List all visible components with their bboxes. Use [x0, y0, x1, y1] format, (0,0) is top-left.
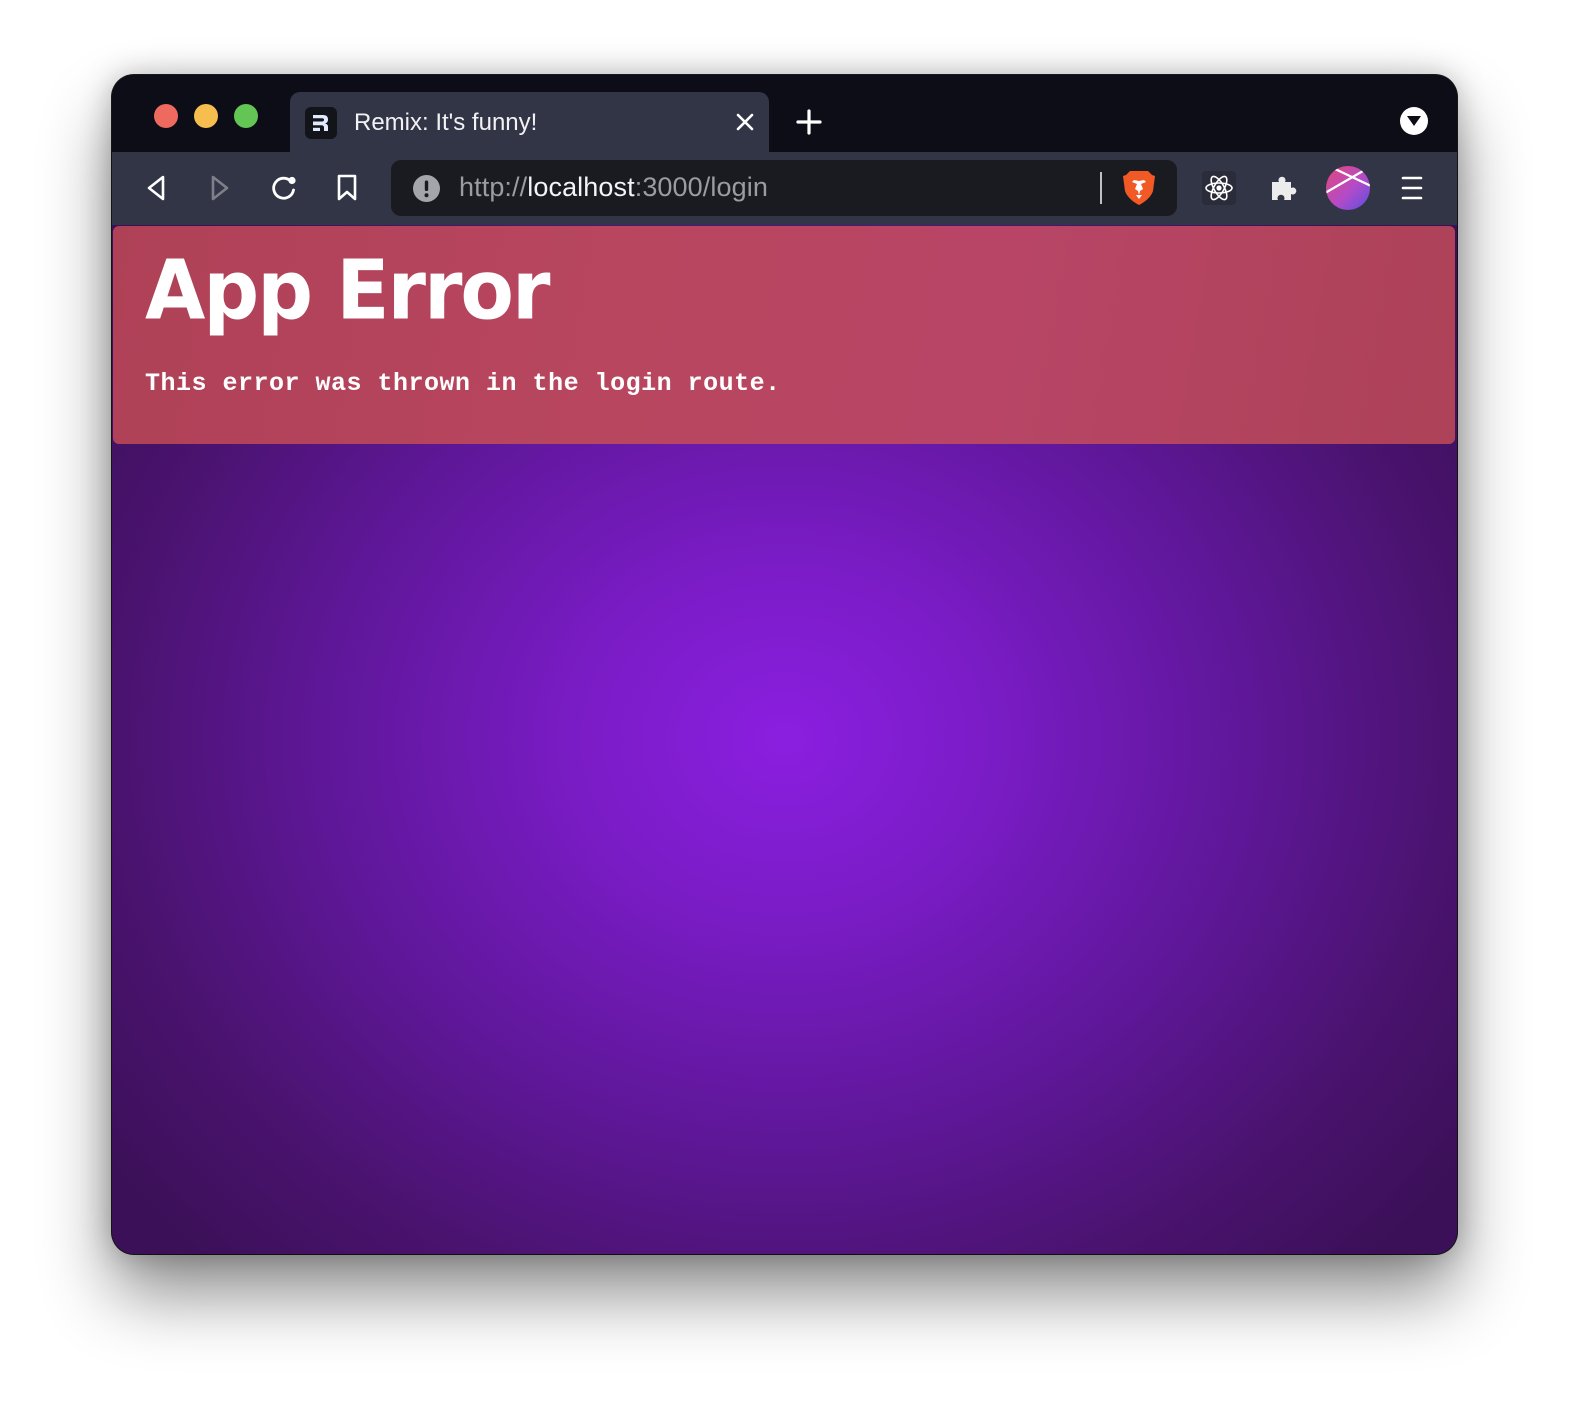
profile-avatar-button[interactable]	[1325, 165, 1371, 211]
bookmark-icon	[337, 174, 357, 201]
puzzle-piece-icon	[1272, 176, 1297, 200]
extensions-button[interactable]	[1266, 170, 1302, 206]
address-bar-divider	[1100, 172, 1102, 204]
reload-icon	[272, 176, 296, 200]
plus-icon	[796, 109, 822, 135]
minimize-window-button[interactable]	[194, 104, 218, 128]
back-button[interactable]	[138, 170, 174, 206]
reload-button[interactable]	[266, 170, 302, 206]
error-boundary-panel: App Error This error was thrown in the l…	[113, 226, 1455, 444]
address-bar[interactable]: http://localhost:3000/login	[391, 160, 1177, 216]
zoom-window-button[interactable]	[234, 104, 258, 128]
chevron-down-icon	[1407, 116, 1421, 126]
react-devtools-extension-button[interactable]	[1202, 171, 1236, 205]
error-message: This error was thrown in the login route…	[145, 369, 781, 398]
page-content: App Error This error was thrown in the l…	[112, 225, 1457, 1254]
tab-bar: Remix: It's funny!	[112, 75, 1457, 152]
close-tab-icon[interactable]	[731, 108, 759, 136]
error-title: App Error	[145, 244, 550, 339]
url-host: localhost	[527, 172, 635, 202]
close-window-button[interactable]	[154, 104, 178, 128]
brave-shields-icon[interactable]	[1121, 169, 1157, 207]
profile-avatar-icon	[1326, 166, 1370, 210]
tab-active[interactable]: Remix: It's funny!	[290, 92, 769, 152]
hamburger-menu-icon	[1401, 176, 1423, 200]
browser-window: Remix: It's funny! http://localhost:3000…	[112, 75, 1457, 1254]
url-path: :3000/login	[634, 172, 768, 202]
back-icon	[147, 175, 165, 201]
react-atom-icon	[1205, 175, 1233, 201]
remix-logo-icon	[305, 107, 337, 139]
site-info-icon[interactable]	[413, 175, 440, 202]
tab-title: Remix: It's funny!	[354, 109, 538, 136]
main-menu-button[interactable]	[1394, 170, 1430, 206]
bookmark-button[interactable]	[329, 170, 365, 206]
url-scheme: http://	[459, 172, 528, 202]
url-text[interactable]: http://localhost:3000/login	[459, 172, 768, 203]
navigation-toolbar: http://localhost:3000/login	[112, 152, 1457, 225]
new-tab-button[interactable]	[792, 105, 826, 139]
forward-icon	[211, 175, 229, 201]
forward-button[interactable]	[202, 170, 238, 206]
tab-list-dropdown-button[interactable]	[1400, 107, 1428, 135]
